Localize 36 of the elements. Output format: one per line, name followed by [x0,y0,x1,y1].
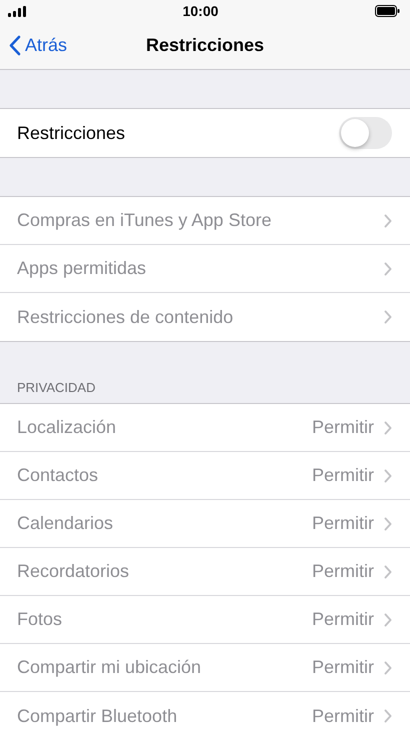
row-value: Permitir [312,561,374,582]
row-label: Apps permitidas [17,258,148,279]
row-label: Calendarios [17,513,114,534]
row-label: Compartir Bluetooth [17,706,178,726]
chevron-right-icon [384,468,392,482]
row-value: Permitir [312,417,374,438]
chevron-right-icon [384,214,392,228]
chevron-right-icon [384,709,392,723]
chevron-right-icon [384,262,392,276]
row-value: Permitir [312,513,374,534]
chevron-left-icon [9,35,21,56]
row-label: Contactos [17,465,100,486]
battery-icon [375,5,400,17]
toggle-switch[interactable] [339,117,392,149]
status-time: 10:00 [182,3,218,19]
chevron-right-icon [384,420,392,434]
row-label: Compartir mi ubicación [17,657,202,678]
row-label: Restricciones de contenido [17,306,234,328]
chevron-right-icon [384,310,392,324]
screen-title: Restricciones [146,35,264,55]
row-label: Recordatorios [17,561,130,582]
row-value: Permitir [312,706,374,726]
chevron-right-icon [384,516,392,530]
row-value: Permitir [312,609,374,630]
chevron-right-icon [384,612,392,626]
row-value: Permitir [312,657,374,678]
row-label: Localización [17,417,118,438]
row-label: Fotos [17,609,64,630]
chevron-right-icon [384,660,392,674]
row-label: Compras en iTunes y App Store [17,210,272,231]
chevron-right-icon [384,564,392,578]
signal-icon [8,6,26,16]
row-value: Permitir [312,465,374,486]
section-header: PRIVACIDAD [17,380,96,395]
back-button[interactable]: Atrás [9,35,68,56]
row-label: Restricciones [17,122,126,144]
